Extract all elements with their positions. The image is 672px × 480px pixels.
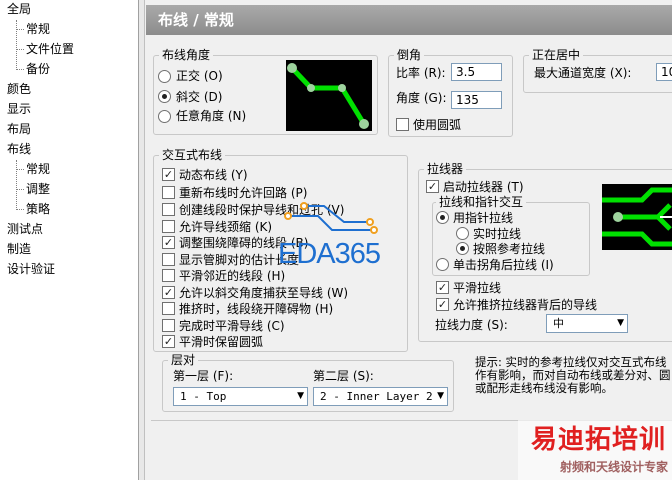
smooth-stretch-checkbox[interactable]: ✓ [436,281,449,294]
routing-angle-title: 布线角度 [159,48,214,62]
chevron-down-icon: ▼ [437,391,444,401]
tree-item-backup[interactable]: 备份 [26,60,50,79]
layer-pair-title: 层对 [168,353,199,367]
allow-neckdown-label: 允许导线颈缩 (K) [179,220,273,234]
ratio-label: 比率 (R): [396,66,446,80]
strength-select[interactable]: 中 ▼ [546,314,628,333]
tree-item-adjust[interactable]: 调整 [26,180,50,199]
interactive-routing-title: 交互式布线 [159,148,226,162]
brand-slogan: 射频和天线设计专家 [559,460,668,474]
orthogonal-label: 正交 (O) [176,69,223,83]
first-layer-label: 第一层 (F): [173,369,234,383]
eda365-text: EDA365 [278,238,381,270]
page-title: 布线 / 常规 [146,5,672,35]
brand-watermark: 易迪拓培训 射频和天线设计专家 [518,420,672,480]
tree-scrollbar[interactable] [139,0,145,480]
allow-neckdown-checkbox[interactable] [162,220,175,233]
tree-item-display[interactable]: 显示 [7,100,31,119]
any-angle-radio[interactable] [158,110,171,123]
tree-item-file-locations[interactable]: 文件位置 [26,40,74,59]
push-around-obstacles-checkbox[interactable] [162,302,175,315]
tree-item-global-general[interactable]: 常规 [26,20,50,39]
angle-label: 角度 (G): [396,91,447,105]
enable-stretcher-label: 启动拉线器 (T) [443,180,524,194]
adjust-around-obstacles-checkbox[interactable]: ✓ [162,236,175,249]
smooth-stretch-label: 平滑拉线 [453,281,502,295]
smooth-adjacent-label: 平滑邻近的线段 (H) [179,269,286,283]
strength-label: 拉线力度 (S): [435,318,508,332]
stretcher-preview [602,184,672,250]
routing-angle-preview [286,60,372,131]
settings-panel: 布线 / 常规 布线角度 正交 (O) 斜交 (D) 任意角度 (N) 倒角 比… [146,0,672,480]
tree-item-manufacturing[interactable]: 制造 [7,240,31,259]
tree-item-strategy[interactable]: 策略 [26,200,50,219]
diagonal-snap-checkbox[interactable]: ✓ [162,286,175,299]
any-angle-label: 任意角度 (N) [176,109,247,123]
click-corner-label: 单击拐角后拉线 (I) [453,258,554,272]
smooth-on-complete-label: 完成时平滑导线 (C) [179,319,285,333]
follow-pointer-radio[interactable] [436,211,449,224]
click-corner-radio[interactable] [436,258,449,271]
smooth-adjacent-checkbox[interactable] [162,269,175,282]
brand-name: 易迪拓培训 [530,425,666,455]
centering-title: 正在居中 [529,48,584,62]
tree-item-global[interactable]: 全局 [7,0,31,19]
reference-radio[interactable] [456,242,469,255]
realtime-radio[interactable] [456,227,469,240]
tree-item-design-verification[interactable]: 设计验证 [7,260,55,279]
push-behind-checkbox[interactable]: ✓ [436,298,449,311]
reference-label: 按照参考拉线 [473,242,546,256]
first-layer-select[interactable]: 1 - Top ▼ [173,387,308,406]
push-around-obstacles-label: 推挤时，线段绕开障碍物 (H) [179,302,334,316]
realtime-label: 实时拉线 [473,227,522,241]
smooth-on-complete-checkbox[interactable] [162,319,175,332]
orthogonal-radio[interactable] [158,70,171,83]
keep-arcs-label: 平滑时保留圆弧 [179,335,264,349]
max-channel-input[interactable]: 10 [656,63,672,81]
use-arc-checkbox[interactable] [396,118,409,131]
use-arc-label: 使用圆弧 [413,118,462,132]
angle-input[interactable]: 135 [451,91,502,109]
nav-tree: 全局 常规 文件位置 备份 颜色 显示 布局 布线 常规 调整 策略 测试点 制… [0,0,139,480]
show-pin-pair-length-checkbox[interactable] [162,253,175,266]
push-behind-label: 允许推挤拉线器背后的导线 [453,298,598,312]
chamfer-title: 倒角 [394,48,425,62]
max-channel-label: 最大通道宽度 (X): [534,66,632,80]
eda365-watermark: EDA365 [274,200,400,280]
diagonal-snap-label: 允许以斜交角度捕获至导线 (W) [179,286,349,300]
follow-pointer-label: 用指针拉线 [453,211,514,225]
chevron-down-icon: ▼ [297,391,304,401]
tree-item-routing[interactable]: 布线 [7,140,31,159]
diagonal-radio[interactable] [158,90,171,103]
tree-item-routing-general[interactable]: 常规 [26,160,50,179]
stretcher-title: 拉线器 [424,162,467,176]
diagonal-label: 斜交 (D) [176,90,223,104]
enable-stretcher-checkbox[interactable]: ✓ [426,180,439,193]
ratio-input[interactable]: 3.5 [451,63,502,81]
tree-item-test-points[interactable]: 测试点 [7,220,43,239]
keep-arcs-checkbox[interactable]: ✓ [162,335,175,348]
pointer-interaction-title: 拉线和指针交互 [436,195,527,209]
allow-loops-checkbox[interactable] [162,186,175,199]
second-layer-label: 第二层 (S): [313,369,374,383]
second-layer-select[interactable]: 2 - Inner Layer 2 ▼ [313,387,448,406]
tip-line-3: 或配形走线布线没有影响。 [475,381,613,395]
tree-item-layout[interactable]: 布局 [7,120,31,139]
dynamic-route-label: 动态布线 (Y) [179,168,248,182]
chevron-down-icon: ▼ [617,318,624,328]
allow-loops-label: 重新布线时允许回路 (P) [179,186,308,200]
protect-traces-checkbox[interactable] [162,203,175,216]
tree-item-colors[interactable]: 颜色 [7,80,31,99]
dynamic-route-checkbox[interactable]: ✓ [162,168,175,181]
